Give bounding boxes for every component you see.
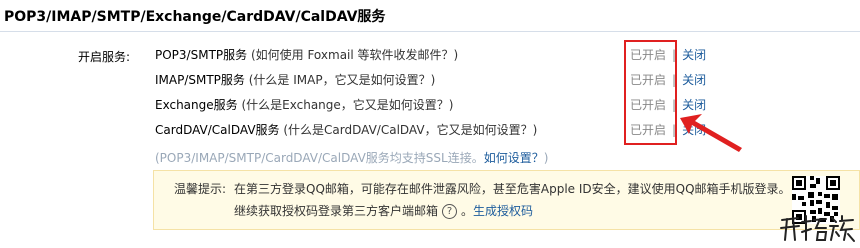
tip-line-2-text: 继续获取授权码登录第三方客户端邮箱 (234, 204, 439, 218)
tip-box: 温馨提示: 在第三方登录QQ邮箱，可能存在邮件泄露风险，甚至危害Apple ID… (153, 170, 860, 230)
service-name: IMAP/SMTP服务 (155, 73, 245, 87)
tip-line-1: 在第三方登录QQ邮箱，可能存在邮件泄露风险，甚至危害Apple ID安全，建议使… (234, 182, 791, 196)
generate-auth-code-link[interactable]: 生成授权码 (473, 204, 533, 218)
service-row-imap: IMAP/SMTP服务 (什么是 IMAP，它又是如何设置？) (155, 71, 435, 88)
service-row-carddav: CardDAV/CalDAV服务 (什么是CardDAV/CalDAV，它又是如… (155, 121, 537, 138)
help-question-icon[interactable]: ? (442, 204, 458, 219)
tip-label: 温馨提示: (174, 182, 227, 196)
section-header: POP3/IMAP/SMTP/Exchange/CardDAV/CalDAV服务 (0, 0, 860, 32)
service-help-link[interactable]: (什么是Exchange，它又是如何设置？) (238, 98, 453, 112)
watermark-logo (780, 215, 855, 242)
section-title: POP3/IMAP/SMTP/Exchange/CardDAV/CalDAV服务 (4, 9, 386, 25)
ssl-note-text: (POP3/IMAP/SMTP/CardDAV/CalDAV服务均支持SSL连接… (155, 151, 484, 165)
service-help-link[interactable]: (什么是CardDAV/CalDAV，它又是如何设置？) (280, 123, 537, 137)
highlight-box (624, 40, 677, 145)
annotation-arrow-icon (680, 114, 742, 152)
ssl-note: (POP3/IMAP/SMTP/CardDAV/CalDAV服务均支持SSL连接… (155, 149, 548, 166)
service-name: Exchange服务 (155, 98, 238, 112)
disable-link[interactable]: 关闭 (682, 48, 706, 62)
service-name: POP3/SMTP服务 (155, 48, 248, 62)
services-label: 开启服务: (78, 50, 131, 64)
disable-link[interactable]: 关闭 (682, 98, 706, 112)
service-help-link[interactable]: (什么是 IMAP，它又是如何设置？) (245, 73, 436, 87)
ssl-howto-link[interactable]: 如何设置？ (484, 151, 544, 165)
service-row-exchange: Exchange服务 (什么是Exchange，它又是如何设置？) (155, 96, 453, 113)
tip-line-2-dot: 。 (461, 204, 474, 218)
service-name: CardDAV/CalDAV服务 (155, 123, 280, 137)
tip-line-2: 继续获取授权码登录第三方客户端邮箱? 。生成授权码 (234, 202, 533, 219)
service-row-pop3: POP3/SMTP服务 (如何使用 Foxmail 等软件收发邮件？) (155, 46, 458, 63)
disable-link[interactable]: 关闭 (682, 73, 706, 87)
service-help-link[interactable]: (如何使用 Foxmail 等软件收发邮件？) (247, 48, 458, 62)
ssl-note-close: ) (543, 151, 549, 165)
